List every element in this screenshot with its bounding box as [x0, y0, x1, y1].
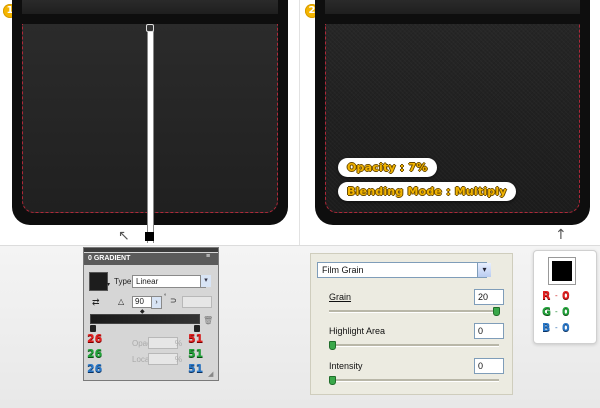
screen-top-bar-2	[325, 0, 580, 14]
intensity-label: Intensity	[329, 361, 363, 371]
gradient-tool-line[interactable]	[147, 28, 154, 243]
grain-slider-track[interactable]	[329, 310, 499, 313]
opacity-percent: %	[175, 339, 183, 348]
gradient-start-handle[interactable]	[146, 24, 154, 32]
left-stop-b-value: 26	[87, 362, 103, 375]
gradient-end-handle[interactable]	[145, 232, 154, 241]
aspect-ratio-icon: ⊃	[170, 296, 177, 305]
delete-stop-icon[interactable]: 🗑	[203, 316, 213, 325]
g-value: 0	[562, 305, 570, 318]
intensity-slider-track[interactable]	[329, 379, 499, 382]
highlight-area-slider-track[interactable]	[329, 344, 499, 347]
angle-icon: △	[118, 297, 125, 306]
panel-menu-icon[interactable]: ≡	[206, 253, 210, 260]
type-label: Type:	[114, 277, 134, 286]
left-stop-g-value: 26	[87, 347, 103, 360]
r-value: 0	[562, 289, 570, 302]
swatch-dropdown-icon[interactable]: ▾	[107, 281, 110, 288]
b-value: 0	[562, 321, 570, 334]
filter-select[interactable]: Film Grain	[317, 262, 487, 278]
type-dropdown-icon[interactable]: ▾	[200, 275, 211, 287]
fill-color-box: R - 0 G - 0 B - 0	[533, 250, 597, 344]
type-select[interactable]: Linear	[132, 275, 206, 288]
b-label: B	[542, 321, 551, 334]
right-stop-g-value: 51	[188, 347, 204, 360]
aspect-ratio-field[interactable]	[182, 296, 212, 308]
grain-label: Grain	[329, 292, 352, 302]
g-label: G	[542, 305, 552, 318]
arrow-up-left-icon: ↖	[118, 228, 130, 244]
g-separator: -	[555, 307, 558, 316]
location-field[interactable]	[148, 353, 178, 365]
film-grain-panel: Film Grain ▾ Grain 20 Highlight Area 0 I…	[310, 253, 513, 395]
gradient-panel-title: 0 GRADIENT	[84, 253, 218, 265]
opacity-field[interactable]	[148, 337, 178, 349]
right-color-stop[interactable]	[194, 325, 200, 332]
screen-top-bar-1	[22, 0, 278, 14]
arrow-up-icon: ↑	[555, 227, 567, 243]
r-label: R	[542, 289, 551, 302]
resize-grip-icon[interactable]: ◢	[208, 370, 213, 378]
panel-divider	[299, 0, 300, 245]
fill-color-swatch[interactable]	[549, 258, 575, 284]
gradient-slider-bar[interactable]	[90, 314, 200, 324]
grain-input[interactable]: 20	[474, 289, 504, 305]
gradient-panel: 0 GRADIENT ≡ ▾ Type: Linear ▾ ⇄ △ 90 › °…	[83, 247, 219, 381]
grain-slider-thumb[interactable]	[493, 307, 500, 316]
intensity-slider-thumb[interactable]	[329, 376, 336, 385]
reverse-gradient-icon[interactable]: ⇄	[92, 297, 100, 308]
gradient-swatch[interactable]	[89, 272, 108, 291]
degree-icon: °	[164, 294, 167, 300]
location-percent: %	[175, 355, 183, 364]
right-stop-b-value: 51	[188, 362, 204, 375]
b-separator: -	[555, 323, 558, 332]
midpoint-diamond-icon[interactable]: ◆	[140, 308, 145, 315]
intensity-input[interactable]: 0	[474, 358, 504, 374]
blending-mode-callout: Blending Mode : Multiply	[338, 182, 516, 201]
opacity-callout: Opacity : 7%	[338, 158, 437, 177]
filter-dropdown-icon[interactable]: ▾	[477, 263, 491, 277]
left-stop-r-value: 26	[87, 332, 103, 345]
r-separator: -	[555, 291, 558, 300]
highlight-area-input[interactable]: 0	[474, 323, 504, 339]
left-color-stop[interactable]	[90, 325, 96, 332]
highlight-area-label: Highlight Area	[329, 326, 386, 336]
angle-dropdown-icon[interactable]: ›	[151, 296, 162, 309]
panel-grip[interactable]	[84, 248, 218, 252]
right-stop-r-value: 51	[188, 332, 204, 345]
highlight-area-slider-thumb[interactable]	[329, 341, 336, 350]
